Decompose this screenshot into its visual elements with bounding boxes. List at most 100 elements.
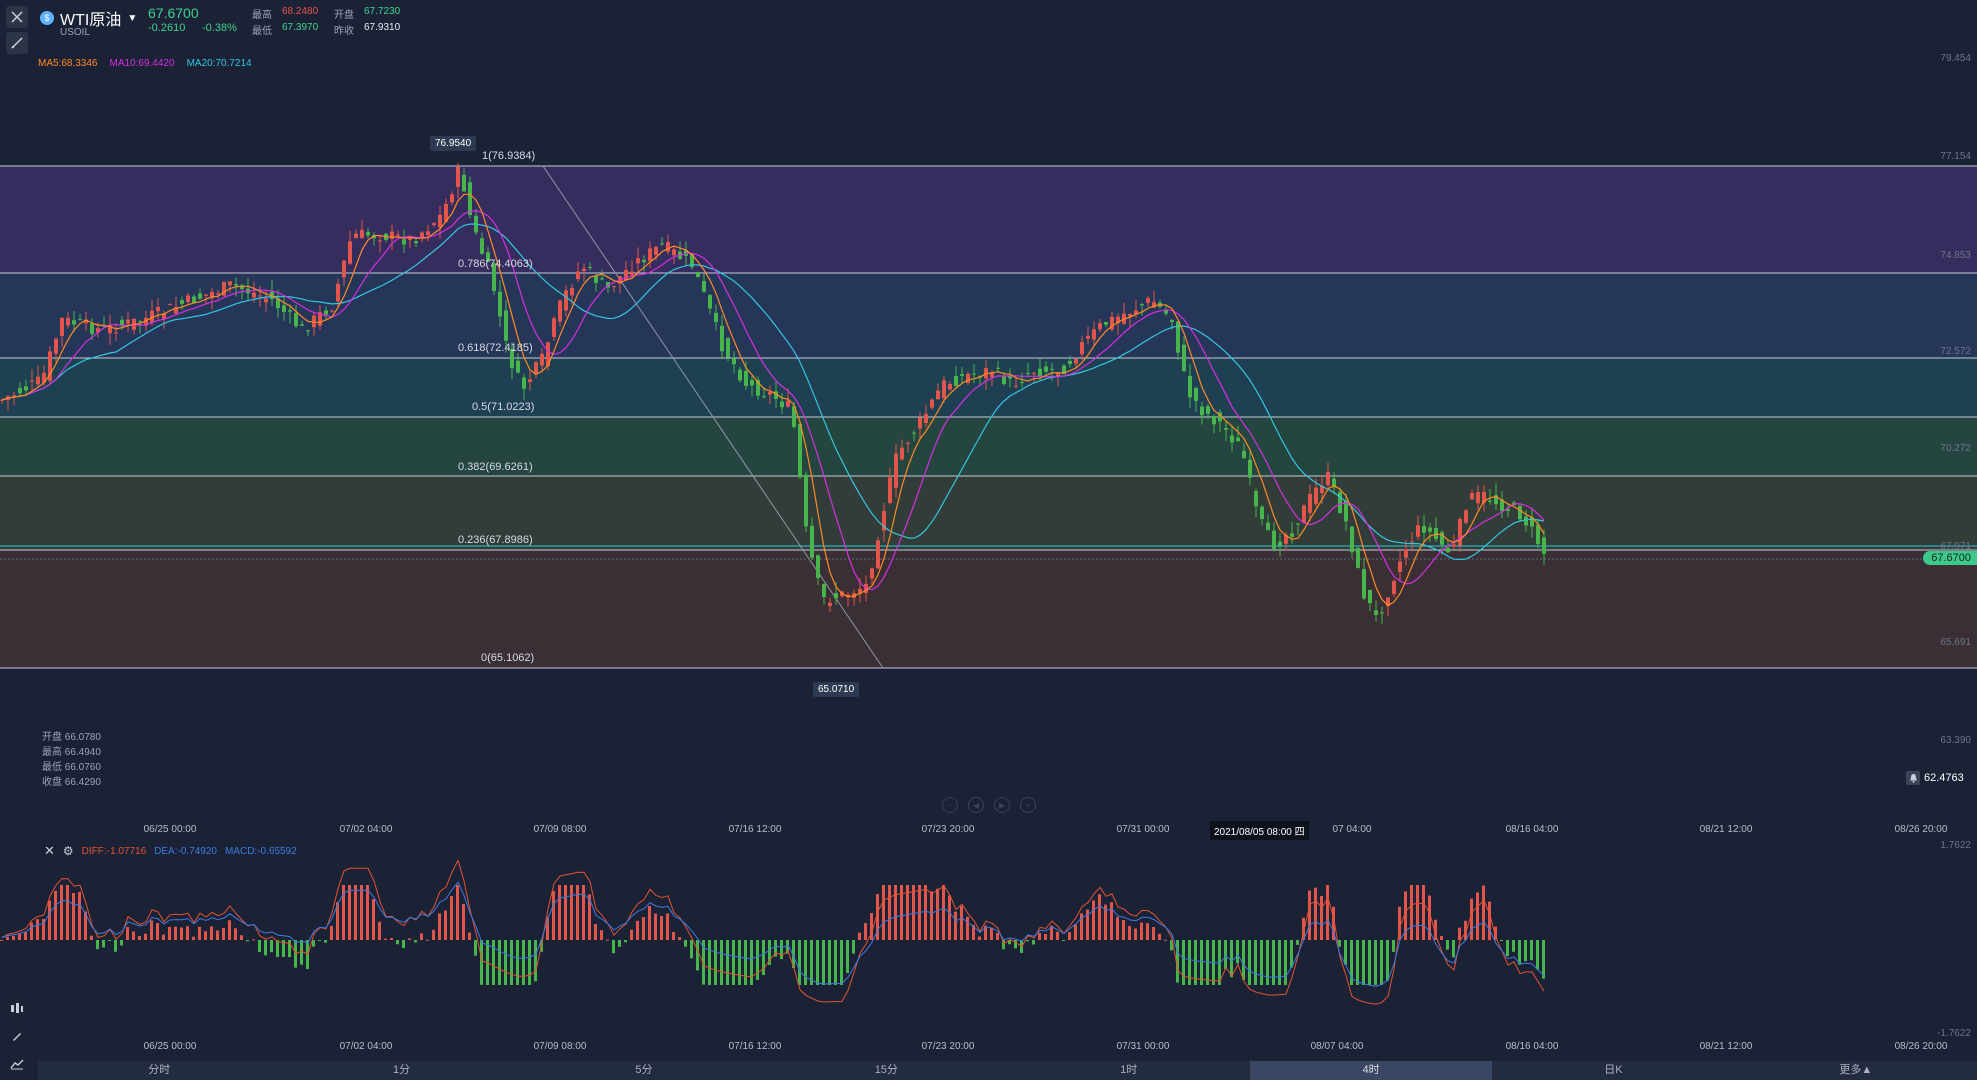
macd-bar [960,905,963,940]
zoom-in-button[interactable]: + [1020,797,1036,813]
macd-chart[interactable] [0,860,1977,1040]
macd-bar [1320,895,1323,940]
macd-bar [120,940,123,946]
macd-bar [1038,932,1041,940]
macd-bar [1026,940,1029,942]
candle-body [918,417,922,429]
candle-body [306,330,310,332]
tab-15min[interactable]: 15分 [765,1061,1007,1080]
macd-bar [1512,940,1515,952]
ohlc-low: 最低 66.0760 [42,762,101,773]
candle-body [912,432,916,434]
candle-body [672,249,676,256]
macd-bar [162,934,165,940]
zoom-out-button[interactable]: − [942,797,958,813]
x-axis-label: 07/16 12:00 [728,824,782,835]
candle-body [1020,382,1024,384]
candle-body [1266,522,1270,531]
macd-bar [612,940,615,954]
macd-bar [618,940,621,947]
tab-more[interactable]: 更多▲ [1735,1061,1977,1080]
x-axis-label: 08/21 12:00 [1699,824,1753,835]
candle-body [558,300,562,322]
candle-body [696,271,700,278]
macd-bar [1134,928,1137,940]
candle-body [294,313,298,327]
fibonacci-retracement[interactable] [0,165,1977,669]
price-alert[interactable]: 62.4763 [1906,771,1964,785]
macd-bar [1518,940,1521,965]
trend-tool-button[interactable] [6,1053,28,1075]
candle-body [480,238,484,254]
macd-y-axis-label: 1.7622 [1940,840,1971,851]
candle-body [432,223,436,226]
scroll-left-button[interactable]: ◀ [968,797,984,813]
y-axis-label: 63.390 [1940,735,1971,746]
candle-body [714,312,718,322]
candle-body [396,234,400,236]
macd-bar [480,940,483,985]
candle-body [960,374,964,376]
macd-bar [1152,926,1155,940]
candle-body [816,555,820,578]
candle-body [438,214,442,228]
candle-body [156,306,160,312]
macd-bar [1116,917,1119,940]
candle-body [78,319,82,321]
candle-body [822,584,826,598]
macd-bar [1344,940,1347,965]
dea-line [1,881,1545,987]
macd-bar [90,935,93,940]
candle-body [762,396,766,398]
candle-body [936,390,940,400]
candle-body [528,379,532,383]
price-chart[interactable] [0,0,1977,820]
macd-bar [1182,940,1185,985]
macd-bar [1032,940,1035,945]
gear-icon[interactable]: ⚙ [63,844,74,858]
candle-body [1146,298,1150,303]
macd-bar [726,940,729,985]
tab-timeshare[interactable]: 分时 [38,1061,280,1080]
candle-body [366,231,370,236]
candle-body [702,280,706,292]
macd-bar [648,906,651,940]
tab-5min[interactable]: 5分 [523,1061,765,1080]
macd-bar [1482,885,1485,940]
tab-1hour[interactable]: 1时 [1008,1061,1250,1080]
macd-bar [174,926,177,940]
candle-body [810,525,814,558]
tab-1min[interactable]: 1分 [280,1061,522,1080]
macd-bar [744,940,747,985]
macd-x-axis-label: 07/23 20:00 [921,1041,975,1052]
macd-bar [882,885,885,940]
macd-bar [366,885,369,940]
macd-bar [942,885,945,940]
close-macd-icon[interactable]: ✕ [44,843,55,859]
candle-body [924,413,928,424]
macd-bar [1272,940,1275,985]
candle-body [324,310,328,315]
candle-body [588,266,592,268]
candle-body [1092,329,1096,340]
macd-bar [432,929,435,940]
scroll-right-button[interactable]: ▶ [994,797,1010,813]
tab-4hour[interactable]: 4时 [1249,1061,1493,1080]
macd-bar [312,940,315,947]
candle-body [126,319,130,324]
macd-bar [108,940,111,941]
macd-bar [246,940,249,942]
candle-body [828,602,832,606]
macd-bar [1248,940,1251,985]
tab-daily[interactable]: 日K [1492,1061,1734,1080]
macd-bar [204,931,207,940]
candle-body [1026,373,1030,375]
candle-body [1428,527,1432,532]
candle-body [732,358,736,365]
macd-bar [534,940,537,982]
candle-body [780,401,784,408]
macd-bar [852,940,855,954]
candle-body [336,283,340,302]
macd-bar [948,895,951,940]
macd-bar [6,936,9,940]
